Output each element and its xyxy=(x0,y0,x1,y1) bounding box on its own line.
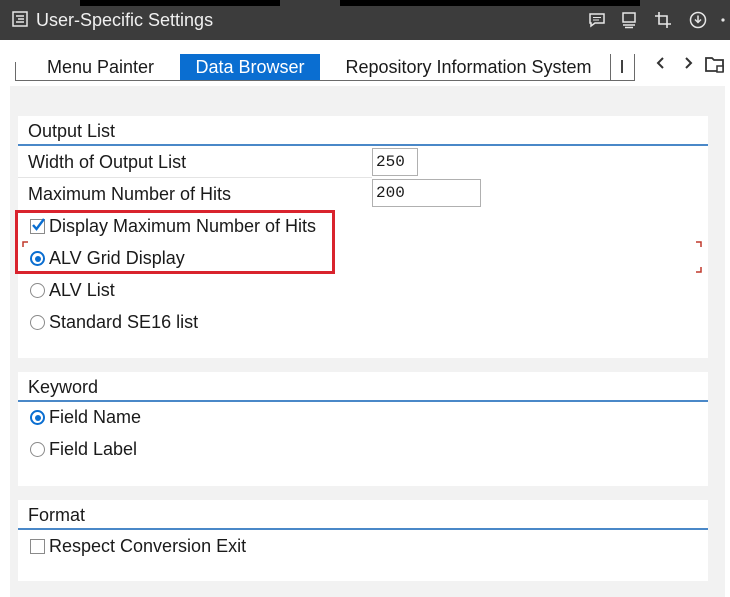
group-header-output-list: Output List xyxy=(18,116,708,146)
group-keyword: Keyword Field Name Field Label xyxy=(18,372,708,486)
field-label-radio[interactable] xyxy=(30,442,45,457)
background-window-edge xyxy=(80,0,280,6)
tab-data-browser[interactable]: Data Browser xyxy=(180,54,320,80)
chevron-right-icon[interactable] xyxy=(682,56,694,75)
tab-menu-painter[interactable]: Menu Painter xyxy=(17,54,185,80)
chevron-left-icon[interactable] xyxy=(655,56,667,75)
tab-truncated[interactable]: I xyxy=(610,54,635,80)
maximum-number-of-hits-label: Maximum Number of Hits xyxy=(28,184,232,204)
more-icon[interactable] xyxy=(714,8,730,32)
focus-corner-bottom-right xyxy=(696,267,702,273)
width-of-output-list-field[interactable]: 250 xyxy=(372,148,418,176)
group-header-format: Format xyxy=(18,500,708,530)
tab-edge xyxy=(15,62,16,80)
window-menu-icon[interactable] xyxy=(12,11,28,27)
title-bar: User-Specific Settings xyxy=(0,0,730,40)
tab-underline xyxy=(15,80,635,81)
tab-list-icon[interactable] xyxy=(705,55,725,78)
field-name-radio[interactable] xyxy=(30,410,45,425)
window-title: User-Specific Settings xyxy=(36,10,214,30)
field-label-label: Field Label xyxy=(49,439,138,459)
standard-se16-list-radio[interactable] xyxy=(30,315,45,330)
field-name-label: Field Name xyxy=(49,407,142,427)
row-divider xyxy=(18,177,372,178)
alv-list-label: ALV List xyxy=(49,280,115,300)
tab-repository-information-system[interactable]: Repository Information System xyxy=(327,54,611,80)
respect-conversion-exit-checkbox[interactable] xyxy=(30,539,45,554)
chat-icon[interactable] xyxy=(585,8,609,32)
crop-icon[interactable] xyxy=(651,8,675,32)
alv-list-radio[interactable] xyxy=(30,283,45,298)
tab-strip: Menu Painter Data Browser Repository Inf… xyxy=(5,40,730,84)
highlight-annotation-box xyxy=(15,210,335,274)
content-area: Output List Width of Output List 250 Max… xyxy=(10,86,725,597)
download-icon[interactable] xyxy=(686,8,710,32)
maximum-number-of-hits-field[interactable]: 200 xyxy=(372,179,481,207)
settings-window: Menu Painter Data Browser Repository Inf… xyxy=(5,40,730,597)
background-window-edge xyxy=(340,0,640,6)
monitor-icon[interactable] xyxy=(617,8,641,32)
width-of-output-list-label: Width of Output List xyxy=(28,152,187,172)
standard-se16-list-label: Standard SE16 list xyxy=(49,312,199,332)
group-header-keyword: Keyword xyxy=(18,372,708,402)
focus-corner-top-right xyxy=(696,241,702,247)
group-format: Format Respect Conversion Exit xyxy=(18,500,708,581)
respect-conversion-exit-label: Respect Conversion Exit xyxy=(49,536,247,556)
